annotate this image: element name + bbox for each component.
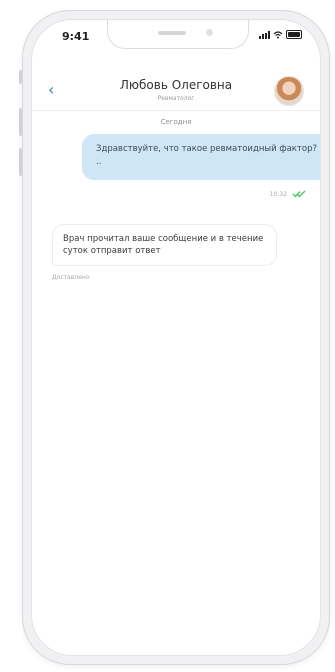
status-icons: [259, 30, 302, 39]
message-time: 10:32: [269, 190, 287, 198]
wifi-icon: [273, 30, 283, 38]
incoming-message-meta: Доставлено: [52, 274, 90, 281]
back-button[interactable]: ‹: [48, 82, 54, 98]
incoming-message[interactable]: Врач прочитал ваше сообщение и в течение…: [52, 224, 277, 266]
avatar[interactable]: [274, 76, 304, 106]
speaker: [158, 31, 186, 35]
contact-name: Любовь Олеговна: [119, 78, 233, 92]
battery-icon: [286, 30, 302, 39]
side-button-silent: [19, 70, 22, 84]
header-divider: [32, 110, 320, 111]
outgoing-message[interactable]: Здравствуйте, что такое ревматоидный фак…: [82, 134, 320, 180]
date-separator: Сегодня: [160, 118, 192, 126]
notch: [107, 20, 249, 49]
double-check-icon: [292, 190, 306, 198]
side-button-volume-up: [19, 108, 22, 136]
outgoing-message-meta: 10:32: [270, 190, 306, 198]
side-button-volume-down: [19, 148, 22, 176]
phone-screen: 9:41 ‹ Любовь Олеговна Ревматолог Сегодн…: [32, 20, 320, 655]
contact-specialty: Ревматолог: [157, 95, 195, 102]
status-time: 9:41: [62, 30, 90, 43]
phone-frame: 9:41 ‹ Любовь Олеговна Ревматолог Сегодн…: [22, 10, 330, 665]
camera: [206, 29, 213, 36]
signal-icon: [259, 30, 270, 39]
